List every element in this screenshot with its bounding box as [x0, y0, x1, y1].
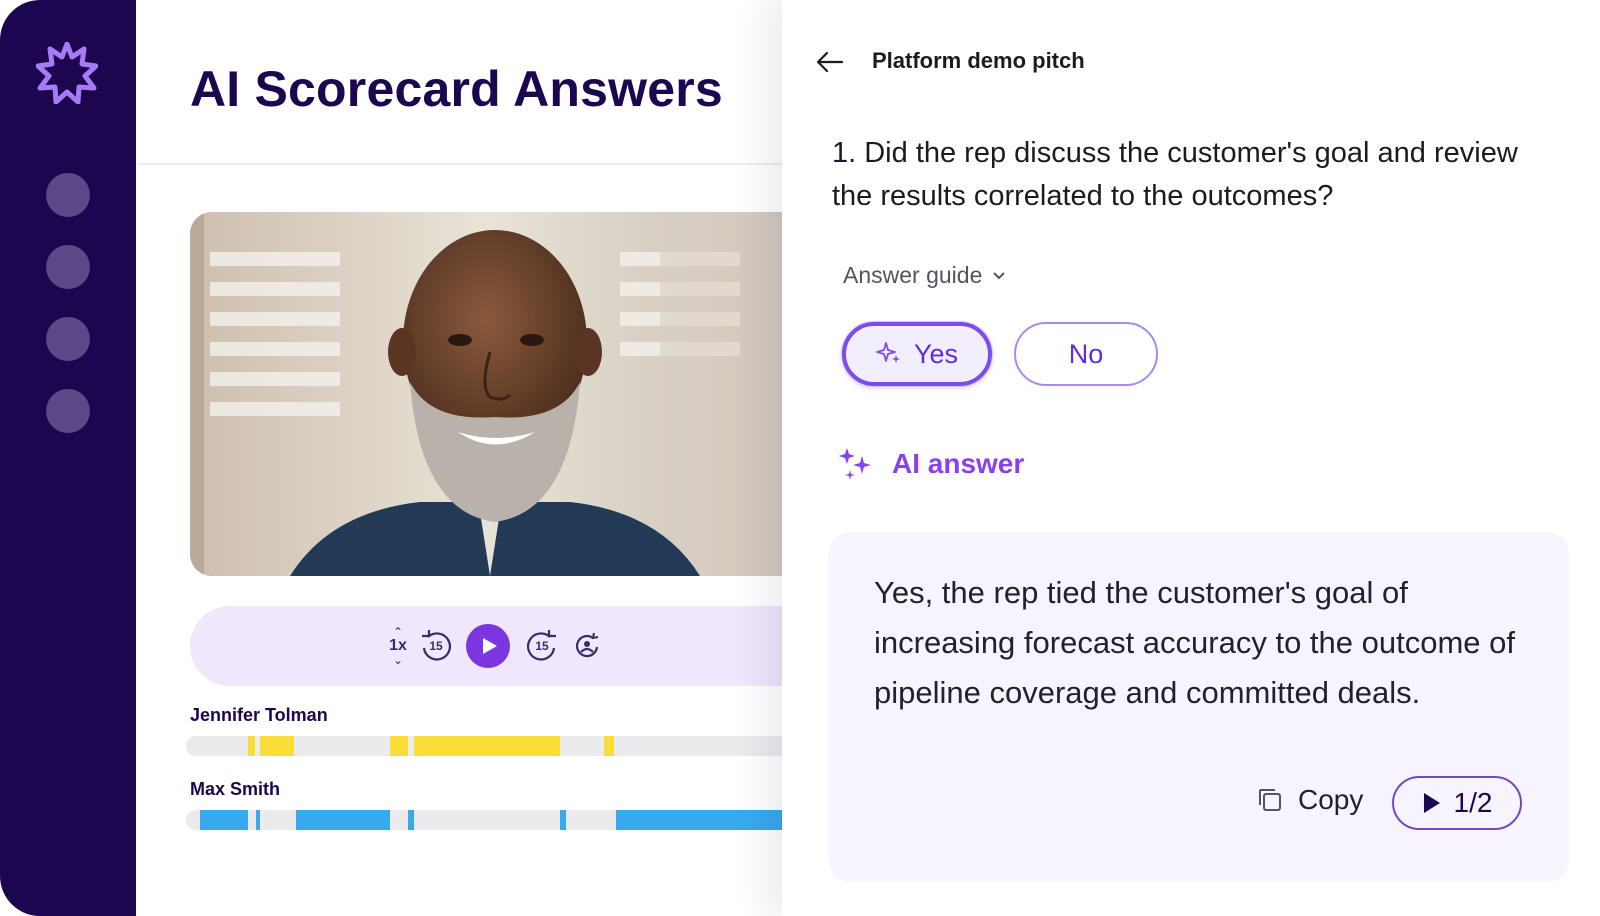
- rewind-15-button[interactable]: 15: [418, 606, 454, 686]
- sparkle-icon: [839, 448, 871, 480]
- ai-answer-text: Yes, the rep tied the customer's goal of…: [874, 575, 1515, 710]
- copy-label: Copy: [1298, 784, 1364, 815]
- copy-icon: [1259, 789, 1281, 811]
- talk-segment[interactable]: [560, 810, 566, 830]
- sidebar-nav-item-3[interactable]: [46, 317, 90, 361]
- sidebar-nav-item-4[interactable]: [46, 389, 90, 433]
- speed-control[interactable]: ⌃ 1x ⌄: [380, 606, 416, 686]
- talk-segment[interactable]: [408, 810, 414, 830]
- starburst-logo-icon[interactable]: [36, 42, 98, 104]
- talk-segment[interactable]: [604, 736, 614, 756]
- ai-answer-label: AI answer: [892, 448, 1025, 479]
- play-icon: [466, 624, 510, 668]
- speaker-name-1: Jennifer Tolman: [190, 705, 328, 725]
- copy-button[interactable]: Copy: [1256, 784, 1363, 816]
- talk-segment[interactable]: [260, 736, 294, 756]
- scorecard-question: 1. Did the rep discuss the customer's go…: [832, 137, 1518, 212]
- chevron-down-icon: [993, 271, 1006, 279]
- page-title: AI Scorecard Answers: [190, 61, 723, 117]
- speaker-name-2: Max Smith: [190, 779, 281, 799]
- sidebar-nav-item-1[interactable]: [46, 173, 90, 217]
- playback-controls: ⌃ 1x ⌄ 15 15: [190, 606, 782, 686]
- speaker-jump-icon: [576, 632, 599, 658]
- speed-down-icon: ⌄: [392, 653, 404, 667]
- talk-segment[interactable]: [248, 736, 255, 756]
- forward-15-button[interactable]: 15: [524, 606, 560, 686]
- answer-guide-label: Answer guide: [843, 262, 983, 288]
- talk-segment[interactable]: [296, 810, 390, 830]
- answer-guide-toggle[interactable]: Answer guide: [843, 262, 1006, 289]
- forward-label: 15: [535, 639, 549, 653]
- sidebar-nav-item-2[interactable]: [46, 245, 90, 289]
- scorecard-title: Platform demo pitch: [872, 48, 1085, 73]
- speaker-video-image: [190, 212, 782, 576]
- play-icon: [1423, 793, 1440, 813]
- speaker-track-2[interactable]: [186, 810, 782, 830]
- yes-button[interactable]: Yes: [842, 322, 992, 386]
- speaker-jump-button[interactable]: [572, 606, 602, 686]
- video-frame[interactable]: [190, 212, 782, 576]
- talk-segment[interactable]: [616, 810, 782, 830]
- title-divider: [138, 163, 782, 165]
- talk-segment[interactable]: [200, 810, 248, 830]
- clip-counter: 1/2: [1453, 787, 1493, 818]
- arrow-left-icon[interactable]: [812, 44, 848, 80]
- play-clip-button[interactable]: 1/2: [1392, 776, 1522, 830]
- ai-answer-heading: AI answer: [838, 446, 1024, 482]
- talk-segment[interactable]: [390, 736, 408, 756]
- sparkle-icon: [876, 342, 900, 363]
- talk-segment[interactable]: [256, 810, 260, 830]
- yes-label: Yes: [913, 338, 959, 369]
- sidebar: [0, 0, 136, 916]
- no-button[interactable]: No: [1014, 322, 1158, 386]
- speaker-track-1[interactable]: [186, 736, 782, 756]
- play-button[interactable]: [466, 606, 510, 686]
- rewind-label: 15: [429, 639, 443, 653]
- speed-label: 1x: [389, 637, 407, 654]
- talk-segment[interactable]: [414, 736, 560, 756]
- no-label: No: [1068, 338, 1104, 369]
